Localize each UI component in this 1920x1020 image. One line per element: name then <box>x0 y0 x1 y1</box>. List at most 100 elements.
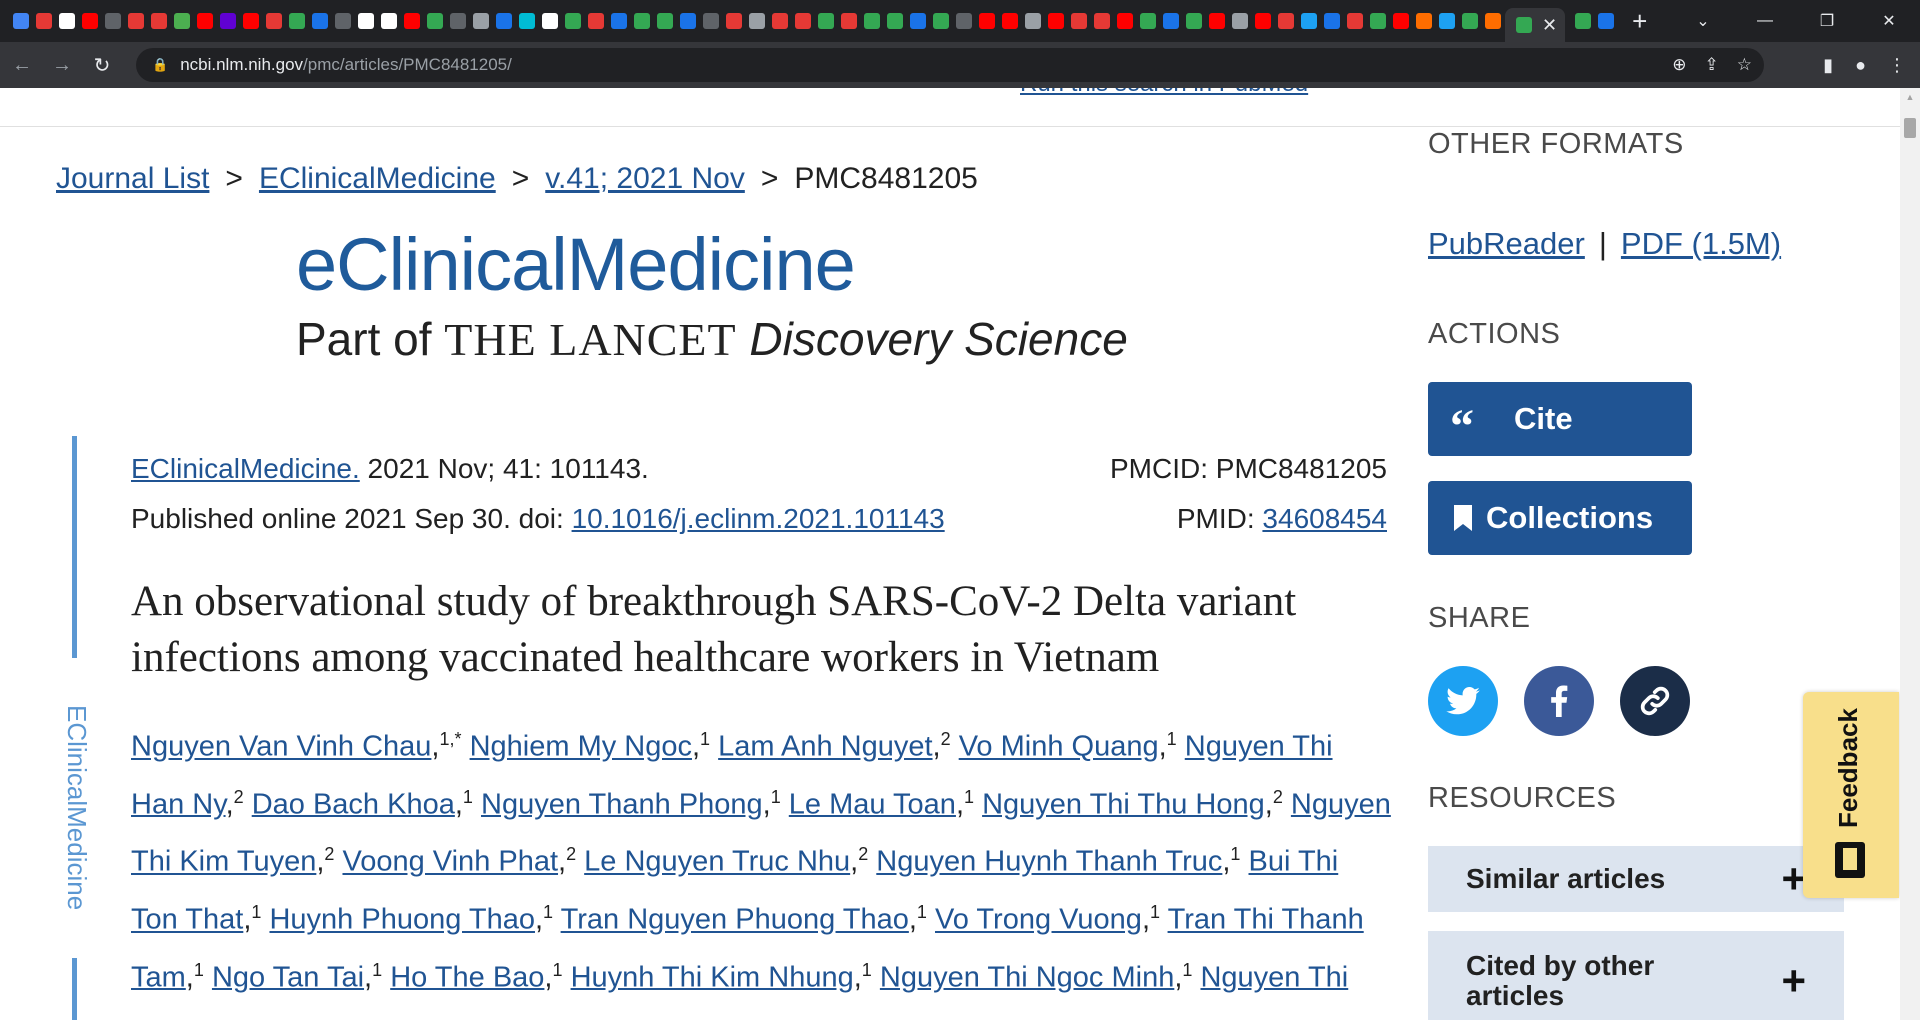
tab-favicon-icon[interactable] <box>1255 13 1271 29</box>
author-affiliation-sup[interactable]: 2 <box>566 844 576 864</box>
tab-favicon-icon[interactable] <box>1186 13 1202 29</box>
author-link[interactable]: Ho The Bao <box>390 961 544 993</box>
tab-favicon-icon[interactable] <box>289 13 305 29</box>
tab-favicon-icon[interactable] <box>1370 13 1386 29</box>
tab-favicon-icon[interactable] <box>910 13 926 29</box>
zoom-icon[interactable]: ⊕ <box>1672 55 1686 75</box>
tab-favicon-icon[interactable] <box>1598 13 1615 29</box>
tab-favicon-icon[interactable] <box>1163 13 1179 29</box>
share-page-icon[interactable]: ⇪ <box>1705 55 1719 75</box>
tab-favicon-icon[interactable] <box>1347 13 1363 29</box>
author-link[interactable]: Huynh Thi Kim Nhung <box>571 961 854 993</box>
tab-favicon-icon[interactable] <box>1232 13 1248 29</box>
new-tab-button[interactable]: + <box>1632 8 1647 34</box>
tab-favicon-icon[interactable] <box>565 13 581 29</box>
tab-favicon-icon[interactable] <box>772 13 788 29</box>
tab-favicon-icon[interactable] <box>1485 13 1501 29</box>
author-link[interactable]: Nguyen Thanh Phong <box>481 788 763 820</box>
breadcrumb-journal[interactable]: EClinicalMedicine <box>259 162 496 195</box>
cited-by-toggle[interactable]: Cited by other articles + <box>1428 931 1844 1020</box>
author-affiliation-sup[interactable]: 2 <box>234 787 244 807</box>
back-button[interactable]: ← <box>4 54 40 77</box>
tab-favicon-icon[interactable] <box>128 13 144 29</box>
author-affiliation-sup[interactable]: 1 <box>964 787 974 807</box>
author-affiliation-sup[interactable]: 1 <box>1167 729 1177 749</box>
tab-favicon-icon[interactable] <box>818 13 834 29</box>
author-affiliation-sup[interactable]: 1 <box>771 787 781 807</box>
tab-favicon-icon[interactable] <box>496 13 512 29</box>
scroll-up-arrow-icon[interactable]: ▲ <box>1900 88 1920 106</box>
tab-favicon-icon[interactable] <box>841 13 857 29</box>
author-affiliation-sup[interactable]: 1 <box>194 960 204 980</box>
lock-icon[interactable]: 🔒 <box>152 57 168 73</box>
author-affiliation-sup[interactable]: 1 <box>1182 960 1192 980</box>
tab-favicon-icon[interactable] <box>795 13 811 29</box>
tab-favicon-icon[interactable] <box>519 13 535 29</box>
author-affiliation-sup[interactable]: 1 <box>543 902 553 922</box>
tab-search-icon[interactable]: ⌄ <box>1672 11 1734 31</box>
doi-link[interactable]: 10.1016/j.eclinm.2021.101143 <box>572 503 945 534</box>
pmid-link[interactable]: 34608454 <box>1262 503 1387 534</box>
author-affiliation-sup[interactable]: 2 <box>324 844 334 864</box>
side-panel-icon[interactable]: ▮ <box>1823 55 1833 76</box>
active-tab[interactable]: ✕ <box>1505 8 1566 42</box>
author-link[interactable]: Nguyen Van Vinh Chau <box>131 731 431 763</box>
tab-favicon-icon[interactable] <box>243 13 259 29</box>
tab-favicon-icon[interactable] <box>1002 13 1018 29</box>
tab-favicon-icon[interactable] <box>1025 13 1041 29</box>
restore-button[interactable]: ❐ <box>1796 11 1858 31</box>
author-link[interactable]: Nghiem My Ngoc <box>470 731 692 763</box>
pdf-link[interactable]: PDF (1.5M) <box>1621 226 1781 261</box>
tab-favicon-icon[interactable] <box>749 13 765 29</box>
tab-favicon-icon[interactable] <box>680 13 696 29</box>
copy-link-share-button[interactable] <box>1620 666 1690 736</box>
author-affiliation-sup[interactable]: 1,* <box>439 729 461 749</box>
author-affiliation-sup[interactable]: 1 <box>862 960 872 980</box>
author-link[interactable]: Nguyen Thi Ngoc Minh <box>880 961 1174 993</box>
minimize-button[interactable]: — <box>1734 12 1796 30</box>
tab-favicon-icon[interactable] <box>404 13 420 29</box>
author-affiliation-sup[interactable]: 1 <box>1150 902 1160 922</box>
forward-button[interactable]: → <box>44 54 80 77</box>
feedback-tab[interactable]: Feedback <box>1803 692 1899 898</box>
tab-favicon-icon[interactable] <box>381 13 397 29</box>
tab-favicon-icon[interactable] <box>887 13 903 29</box>
tab-favicon-icon[interactable] <box>105 13 121 29</box>
author-link[interactable]: Ngo Tan Tai <box>212 961 364 993</box>
address-bar[interactable]: 🔒 ncbi.nlm.nih.gov/pmc/articles/PMC84812… <box>136 48 1764 82</box>
tab-favicon-icon[interactable] <box>1301 13 1317 29</box>
page-scrollbar[interactable]: ▲ <box>1900 88 1920 1020</box>
tab-favicon-icon[interactable] <box>174 13 190 29</box>
tab-favicon-icon[interactable] <box>1439 13 1455 29</box>
author-affiliation-sup[interactable]: 2 <box>1273 787 1283 807</box>
bookmark-star-icon[interactable]: ☆ <box>1737 55 1752 75</box>
tab-favicon-icon[interactable] <box>588 13 604 29</box>
tab-favicon-icon[interactable] <box>1071 13 1087 29</box>
author-affiliation-sup[interactable]: 1 <box>372 960 382 980</box>
author-link[interactable]: Huynh Phuong Thao <box>269 904 535 936</box>
author-link[interactable]: Tran Nguyen Phuong Thao <box>561 904 909 936</box>
author-link[interactable]: Le Nguyen Truc Nhu <box>584 846 850 878</box>
reload-button[interactable]: ↻ <box>84 53 120 78</box>
tab-favicon-icon[interactable] <box>657 13 673 29</box>
tab-favicon-icon[interactable] <box>1393 13 1409 29</box>
menu-icon[interactable]: ⋮ <box>1888 55 1906 76</box>
pubmed-search-link[interactable]: Run this search in PubMed <box>1020 88 1308 98</box>
author-link[interactable]: Voong Vinh Phat <box>342 846 558 878</box>
tab-favicon-icon[interactable] <box>634 13 650 29</box>
tab-favicon-icon[interactable] <box>726 13 742 29</box>
author-link[interactable]: Nguyen Huynh Thanh Truc <box>876 846 1222 878</box>
breadcrumb-journal-list[interactable]: Journal List <box>56 162 209 195</box>
tab-favicon-icon[interactable] <box>1094 13 1110 29</box>
tab-favicon-icon[interactable] <box>542 13 558 29</box>
journal-banner[interactable]: eClinicalMedicine Part of THE LANCET Dis… <box>296 228 1128 363</box>
citation-journal-link[interactable]: EClinicalMedicine. <box>131 453 360 484</box>
cite-button[interactable]: “ Cite <box>1428 382 1692 456</box>
author-affiliation-sup[interactable]: 1 <box>463 787 473 807</box>
pubreader-link[interactable]: PubReader <box>1428 226 1585 261</box>
tab-favicon-icon[interactable] <box>1324 13 1340 29</box>
author-affiliation-sup[interactable]: 1 <box>552 960 562 980</box>
tab-favicon-icon[interactable] <box>312 13 328 29</box>
facebook-share-button[interactable] <box>1524 666 1594 736</box>
tab-favicon-icon[interactable] <box>1575 13 1592 29</box>
